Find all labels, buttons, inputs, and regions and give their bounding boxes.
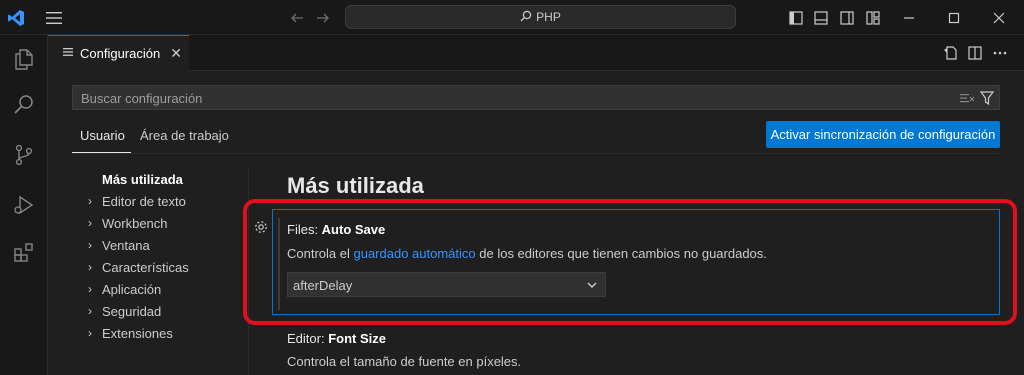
chevron-right-icon: › (88, 282, 92, 296)
toc-item-seguridad[interactable]: › Seguridad (72, 300, 248, 322)
toc-item-editor-de-texto[interactable]: › Editor de texto (72, 190, 248, 212)
setting-title: Editor: Font Size (287, 331, 386, 346)
section-title: Más utilizada (287, 173, 424, 198)
divider (72, 153, 1000, 154)
settings-file-icon (62, 46, 74, 61)
toc-item-mas-utilizada[interactable]: Más utilizada (72, 168, 248, 190)
setting-description: Controla el tamaño de fuente en píxeles. (287, 354, 522, 369)
toggle-panel-icon[interactable] (812, 9, 830, 27)
search-icon[interactable] (0, 81, 48, 129)
settings-search[interactable] (72, 85, 1000, 110)
minimize-icon[interactable] (900, 9, 918, 27)
toggle-secondary-sidebar-icon[interactable] (838, 9, 856, 27)
maximize-icon[interactable] (945, 9, 963, 27)
turn-on-settings-sync-button[interactable]: Activar sincronización de configuración (766, 121, 1000, 148)
more-actions-icon[interactable] (992, 45, 1008, 61)
clear-filter-icon[interactable] (959, 91, 975, 108)
highlight-annotation (243, 199, 1017, 325)
split-editor-icon[interactable] (967, 45, 983, 61)
toc-item-workbench[interactable]: › Workbench (72, 212, 248, 234)
chevron-right-icon: › (88, 260, 92, 274)
forward-arrow-icon[interactable] (314, 9, 332, 27)
search-input[interactable] (79, 88, 943, 108)
command-center[interactable]: PHP (345, 5, 736, 29)
toc-item-caracteristicas[interactable]: › Características (72, 256, 248, 278)
toc-item-extensiones[interactable]: › Extensiones (72, 322, 248, 344)
run-and-debug-icon[interactable] (0, 181, 48, 229)
extensions-icon[interactable] (0, 229, 48, 277)
chevron-right-icon: › (88, 326, 92, 340)
tab-configuracion[interactable]: Configuración ✕ (48, 35, 189, 71)
close-tab-icon[interactable]: ✕ (170, 45, 182, 62)
tab-usuario[interactable]: Usuario (80, 128, 125, 152)
menu-icon[interactable] (44, 9, 64, 27)
back-arrow-icon[interactable] (288, 9, 306, 27)
chevron-right-icon: › (88, 304, 92, 318)
editor-tab-bar: Configuración ✕ (48, 35, 1024, 71)
toc-item-ventana[interactable]: › Ventana (72, 234, 248, 256)
toggle-primary-sidebar-icon[interactable] (787, 9, 805, 27)
toc-item-aplicacion[interactable]: › Aplicación (72, 278, 248, 300)
tab-area-de-trabajo[interactable]: Área de trabajo (140, 128, 229, 152)
vscode-logo-icon (6, 8, 26, 28)
source-control-icon[interactable] (0, 131, 48, 179)
chevron-right-icon: › (88, 216, 92, 230)
close-window-icon[interactable] (990, 9, 1008, 27)
tab-label: Configuración (80, 46, 161, 61)
customize-layout-icon[interactable] (864, 9, 882, 27)
open-settings-json-icon[interactable] (942, 45, 958, 61)
search-icon (520, 10, 532, 25)
title-bar: PHP (0, 0, 1024, 35)
command-center-label: PHP (536, 10, 561, 24)
chevron-right-icon: › (88, 238, 92, 252)
activity-bar (0, 35, 48, 375)
explorer-icon[interactable] (0, 35, 48, 83)
chevron-right-icon: › (88, 194, 92, 208)
filter-icon[interactable] (979, 90, 995, 109)
